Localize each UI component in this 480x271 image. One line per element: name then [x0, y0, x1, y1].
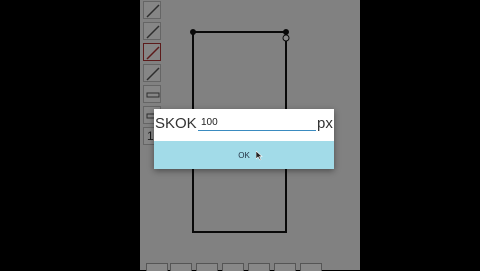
line-tool-icon	[146, 46, 160, 60]
selected-vertex-handle[interactable]	[282, 34, 290, 42]
line-tool-button-active[interactable]	[143, 43, 161, 61]
mouse-cursor-icon	[256, 151, 263, 161]
ok-button[interactable]: OK	[154, 141, 334, 169]
ruler-tool-button[interactable]	[143, 85, 161, 103]
unit-label: px	[317, 115, 333, 132]
step-value-input[interactable]	[198, 114, 316, 131]
bottom-toolbar	[140, 259, 360, 271]
line-tool-button[interactable]	[143, 1, 161, 19]
line-tool-icon	[146, 67, 160, 81]
ruler-icon	[146, 92, 160, 98]
dialog-label: SKOK	[155, 115, 197, 132]
number-tool-label: 1	[147, 129, 154, 143]
line-tool-button[interactable]	[143, 64, 161, 82]
line-tool-icon	[146, 4, 160, 18]
vertex-handle[interactable]	[190, 29, 196, 35]
jump-size-dialog: SKOK px OK	[154, 109, 334, 169]
line-tool-button[interactable]	[143, 22, 161, 40]
line-tool-icon	[146, 25, 160, 39]
dialog-input-row: SKOK px	[154, 109, 334, 141]
vertex-handle[interactable]	[283, 29, 289, 35]
